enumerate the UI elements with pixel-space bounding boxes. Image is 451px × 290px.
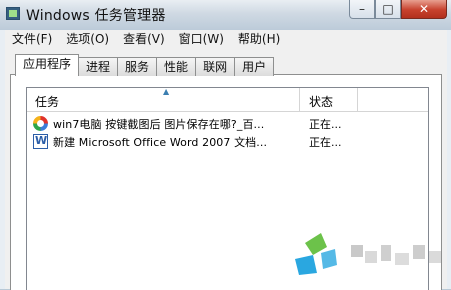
list-header: ▲ 任务 状态	[27, 87, 428, 112]
window-title: Windows 任务管理器	[26, 8, 166, 24]
menu-file[interactable]: 文件(F)	[5, 30, 59, 48]
menu-view[interactable]: 查看(V)	[116, 30, 172, 48]
internet-explorer-icon	[33, 116, 48, 131]
minimize-button[interactable]: –	[349, 0, 375, 19]
task-manager-window: Windows 任务管理器 – □ ✕ 文件(F) 选项(O) 查看(V) 窗口…	[0, 0, 451, 290]
tab-performance[interactable]: 性能	[156, 57, 197, 76]
task-status: 正在...	[309, 118, 342, 131]
column-header-task[interactable]: 任务	[35, 93, 59, 110]
menu-options[interactable]: 选项(O)	[59, 30, 116, 48]
list-item[interactable]: 新建 Microsoft Office Word 2007 文档... 正在..…	[27, 133, 428, 150]
column-divider[interactable]	[299, 88, 300, 111]
title-bar[interactable]: Windows 任务管理器 – □ ✕	[0, 0, 451, 30]
menu-bar: 文件(F) 选项(O) 查看(V) 窗口(W) 帮助(H)	[5, 30, 447, 49]
column-divider[interactable]	[357, 88, 358, 111]
menu-help[interactable]: 帮助(H)	[231, 30, 287, 48]
column-header-status[interactable]: 状态	[309, 93, 333, 110]
maximize-button[interactable]: □	[375, 0, 401, 19]
task-name: 新建 Microsoft Office Word 2007 文档...	[53, 136, 268, 149]
main-panel: 应用程序 进程 服务 性能 联网 用户 ▲ 任务 状态 win7电脑 按键截图后…	[5, 48, 447, 290]
tab-services[interactable]: 服务	[117, 57, 158, 76]
word-document-icon	[33, 134, 48, 149]
task-status: 正在...	[309, 136, 342, 149]
task-manager-icon	[6, 7, 20, 20]
tab-networking[interactable]: 联网	[195, 57, 236, 76]
task-name: win7电脑 按键截图后 图片保存在哪?_百...	[53, 118, 265, 131]
tab-users[interactable]: 用户	[234, 57, 275, 76]
tab-applications[interactable]: 应用程序	[15, 54, 80, 76]
tab-strip: 应用程序 进程 服务 性能 联网 用户	[15, 54, 275, 76]
tab-processes[interactable]: 进程	[78, 57, 119, 76]
task-list[interactable]: ▲ 任务 状态 win7电脑 按键截图后 图片保存在哪?_百... 正在... …	[26, 87, 429, 290]
list-item[interactable]: win7电脑 按键截图后 图片保存在哪?_百... 正在...	[27, 115, 428, 132]
sort-ascending-icon: ▲	[163, 87, 170, 96]
close-button[interactable]: ✕	[401, 0, 447, 19]
menu-window[interactable]: 窗口(W)	[172, 30, 231, 48]
